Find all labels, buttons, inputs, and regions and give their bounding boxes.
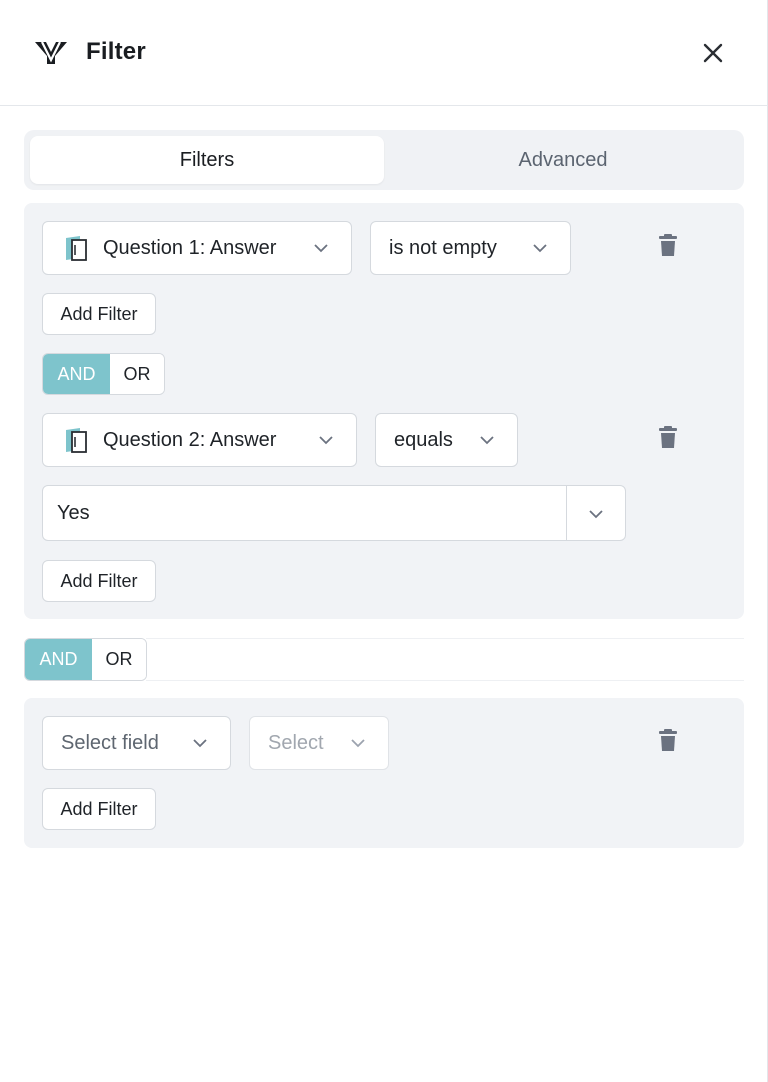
panel-header: Filter: [0, 0, 768, 106]
chevron-down-icon: [480, 436, 494, 445]
tab-filters[interactable]: Filters: [30, 136, 384, 184]
chevron-down-icon: [351, 739, 365, 748]
filter-logo-icon: [35, 41, 67, 64]
operator-label: equals: [394, 428, 453, 451]
and-or-toggle: AND OR: [42, 353, 165, 395]
panel-title: Filter: [86, 38, 146, 65]
value-select[interactable]: Yes: [42, 485, 626, 541]
or-option[interactable]: OR: [91, 639, 146, 680]
tab-advanced[interactable]: Advanced: [386, 136, 740, 184]
field-label: Question 2: Answer: [103, 428, 277, 451]
or-option[interactable]: OR: [109, 354, 164, 394]
field-label: Question 1: Answer: [103, 236, 277, 259]
filter-group-1: Question 1: Answer is not empty Add Filt…: [24, 203, 744, 619]
operator-label: is not empty: [389, 236, 497, 259]
close-icon[interactable]: [698, 38, 728, 68]
operator-select[interactable]: Select: [249, 716, 389, 770]
add-filter-button[interactable]: Add Filter: [42, 293, 156, 335]
field-select[interactable]: Question 1: Answer: [42, 221, 352, 275]
value-label: Yes: [57, 502, 90, 524]
field-label: Select field: [61, 731, 159, 754]
chevron-down-icon: [533, 244, 547, 253]
question-field-icon: [66, 428, 87, 453]
and-option[interactable]: AND: [43, 354, 110, 394]
and-option[interactable]: AND: [25, 639, 92, 680]
group-logic-divider: [146, 638, 744, 681]
value-select-divider: [566, 486, 567, 540]
operator-label: Select: [268, 731, 324, 754]
question-field-icon: [66, 236, 87, 261]
chevron-down-icon: [319, 436, 333, 445]
operator-select[interactable]: equals: [375, 413, 518, 467]
chevron-down-icon[interactable]: [588, 509, 604, 519]
chevron-down-icon: [193, 739, 207, 748]
filter-panel: Filter Filters Advanced Question 1: Answ…: [0, 0, 768, 1082]
group-and-or-toggle: AND OR: [24, 638, 147, 681]
operator-select[interactable]: is not empty: [370, 221, 571, 275]
view-tabs: Filters Advanced: [24, 130, 744, 190]
trash-icon[interactable]: [658, 728, 678, 752]
chevron-down-icon: [314, 244, 328, 253]
add-filter-button[interactable]: Add Filter: [42, 560, 156, 602]
field-select[interactable]: Select field: [42, 716, 231, 770]
field-select[interactable]: Question 2: Answer: [42, 413, 357, 467]
trash-icon[interactable]: [658, 425, 678, 449]
filter-group-2: Select field Select Add Filter: [24, 698, 744, 848]
trash-icon[interactable]: [658, 233, 678, 257]
add-filter-button[interactable]: Add Filter: [42, 788, 156, 830]
